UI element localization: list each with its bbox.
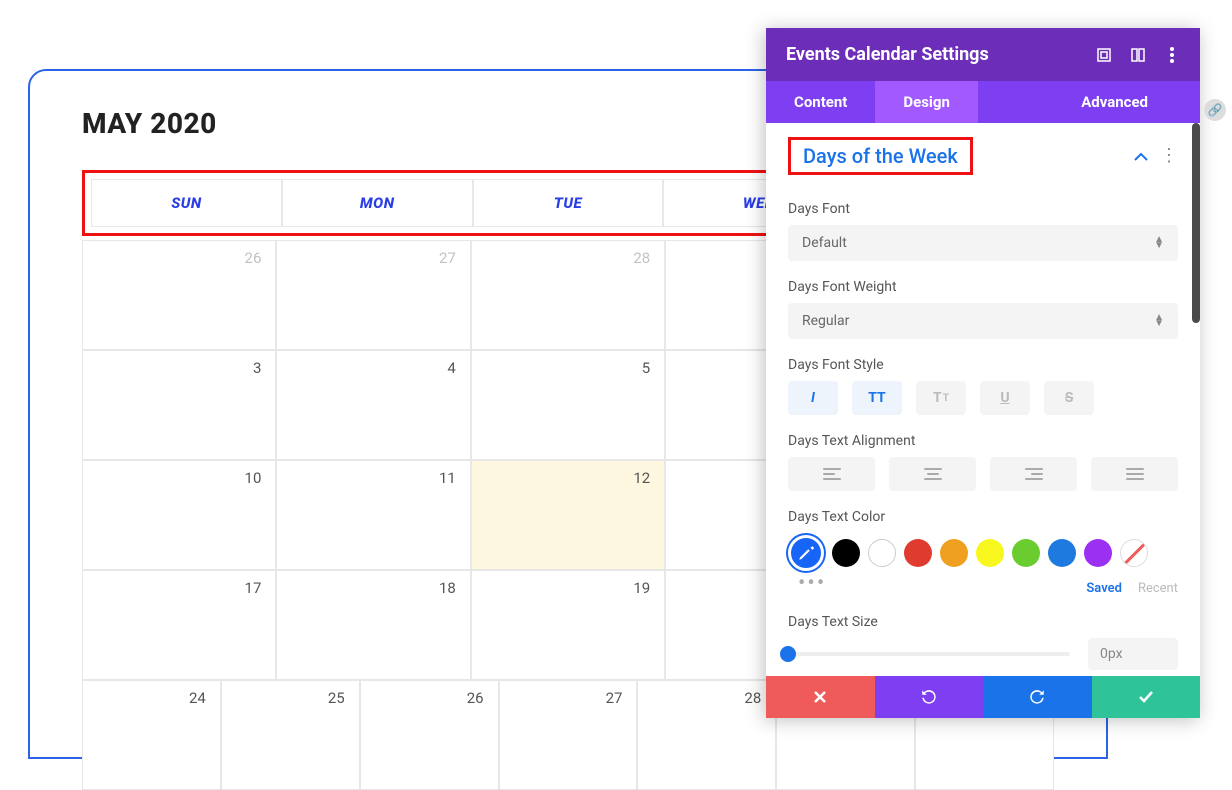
tab-design[interactable]: Design	[875, 81, 978, 123]
section-icons: ⋮	[1134, 147, 1178, 166]
italic-button[interactable]: I	[788, 381, 838, 415]
dow-cell-tue: TUE	[473, 179, 664, 227]
calendar-cell[interactable]: 28	[637, 680, 776, 790]
align-justify-button[interactable]	[1091, 457, 1178, 491]
section-header: Days of the Week ⋮	[766, 123, 1200, 183]
swatch-purple[interactable]	[1084, 539, 1112, 567]
label-days-text-color: Days Text Color	[788, 509, 1178, 525]
sort-arrows-icon: ▲▼	[1154, 315, 1164, 327]
select-days-font[interactable]: Default ▲▼	[788, 225, 1178, 261]
calendar-cell[interactable]: 27	[276, 240, 470, 350]
section-kebab-icon[interactable]: ⋮	[1160, 147, 1178, 165]
section-highlight: Days of the Week	[788, 137, 973, 175]
align-center-button[interactable]	[889, 457, 976, 491]
kebab-icon[interactable]	[1164, 47, 1180, 63]
color-tab-recent[interactable]: Recent	[1138, 581, 1178, 596]
smallcaps-button[interactable]: TT	[916, 381, 966, 415]
calendar-cell[interactable]: 27	[499, 680, 638, 790]
settings-panel: Events Calendar Settings Content Design …	[766, 28, 1200, 718]
size-slider-row: 0px	[788, 638, 1178, 670]
alignment-buttons	[788, 457, 1178, 491]
panel-body: Days of the Week ⋮ Days Font Default ▲▼ …	[766, 123, 1200, 676]
calendar-cell[interactable]: 5	[471, 350, 665, 460]
dow-cell-sun: SUN	[91, 179, 282, 227]
calendar-cell[interactable]: 17	[82, 570, 276, 680]
select-value: Default	[802, 235, 847, 251]
tab-advanced[interactable]: Advanced	[1053, 81, 1176, 123]
font-style-buttons: I TT TT U S	[788, 381, 1178, 415]
field-days-text-color: Days Text Color ••• Saved Recent	[766, 491, 1200, 596]
field-days-font: Days Font Default ▲▼	[766, 183, 1200, 261]
align-left-button[interactable]	[788, 457, 875, 491]
panel-title: Events Calendar Settings	[786, 44, 989, 65]
label-days-font: Days Font	[788, 201, 1178, 217]
label-days-font-weight: Days Font Weight	[788, 279, 1178, 295]
columns-icon[interactable]	[1130, 47, 1146, 63]
panel-footer	[766, 676, 1200, 718]
color-row-2: ••• Saved Recent	[788, 571, 1178, 596]
field-days-font-style: Days Font Style I TT TT U S	[766, 339, 1200, 415]
tab-content[interactable]: Content	[766, 81, 875, 123]
dow-cell-mon: MON	[282, 179, 473, 227]
calendar-cell[interactable]: 10	[82, 460, 276, 570]
calendar-cell[interactable]: 26	[360, 680, 499, 790]
scrollbar[interactable]	[1192, 123, 1200, 323]
calendar-cell-today[interactable]: 12	[471, 460, 665, 570]
redo-button[interactable]	[983, 676, 1092, 718]
field-days-text-alignment: Days Text Alignment	[766, 415, 1200, 491]
strikethrough-button[interactable]: S	[1044, 381, 1094, 415]
link-icon[interactable]: 🔗	[1204, 99, 1226, 121]
calendar-cell[interactable]: 24	[82, 680, 221, 790]
uppercase-button[interactable]: TT	[852, 381, 902, 415]
color-tabs: Saved Recent	[1086, 581, 1178, 596]
size-slider[interactable]	[788, 644, 1070, 664]
calendar-cell[interactable]: 28	[471, 240, 665, 350]
confirm-button[interactable]	[1092, 676, 1201, 718]
color-swatches	[788, 535, 1178, 571]
calendar-cell[interactable]: 4	[276, 350, 470, 460]
swatch-none[interactable]	[1120, 539, 1148, 567]
panel-header-icons	[1096, 47, 1180, 63]
calendar-cell[interactable]: 25	[221, 680, 360, 790]
swatch-white[interactable]	[868, 539, 896, 567]
size-value-input[interactable]: 0px	[1088, 638, 1178, 670]
cancel-button[interactable]	[766, 676, 875, 718]
calendar-cell[interactable]: 3	[82, 350, 276, 460]
color-tab-saved[interactable]: Saved	[1086, 581, 1122, 596]
calendar-cell[interactable]: 19	[471, 570, 665, 680]
select-days-font-weight[interactable]: Regular ▲▼	[788, 303, 1178, 339]
panel-tabs: Content Design Advanced	[766, 81, 1200, 123]
sort-arrows-icon: ▲▼	[1154, 237, 1164, 249]
panel-header: Events Calendar Settings	[766, 28, 1200, 81]
swatch-yellow[interactable]	[976, 539, 1004, 567]
expand-icon[interactable]	[1096, 47, 1112, 63]
align-right-button[interactable]	[990, 457, 1077, 491]
slider-track	[788, 652, 1070, 656]
label-days-text-size: Days Text Size	[788, 614, 1178, 630]
more-colors-button[interactable]: •••	[788, 571, 826, 596]
select-value: Regular	[802, 313, 849, 329]
swatch-red[interactable]	[904, 539, 932, 567]
calendar-cell[interactable]: 18	[276, 570, 470, 680]
swatch-green[interactable]	[1012, 539, 1040, 567]
color-picker-button[interactable]	[788, 535, 824, 571]
calendar-cell[interactable]: 11	[276, 460, 470, 570]
field-days-text-size: Days Text Size 0px	[766, 596, 1200, 670]
underline-button[interactable]: U	[980, 381, 1030, 415]
chevron-up-icon[interactable]	[1134, 147, 1148, 166]
slider-handle[interactable]	[780, 646, 796, 662]
label-days-text-alignment: Days Text Alignment	[788, 433, 1178, 449]
swatch-orange[interactable]	[940, 539, 968, 567]
swatch-black[interactable]	[832, 539, 860, 567]
field-days-font-weight: Days Font Weight Regular ▲▼	[766, 261, 1200, 339]
calendar-cell[interactable]: 26	[82, 240, 276, 350]
undo-button[interactable]	[875, 676, 984, 718]
section-title[interactable]: Days of the Week	[803, 144, 958, 168]
label-days-font-style: Days Font Style	[788, 357, 1178, 373]
swatch-blue[interactable]	[1048, 539, 1076, 567]
